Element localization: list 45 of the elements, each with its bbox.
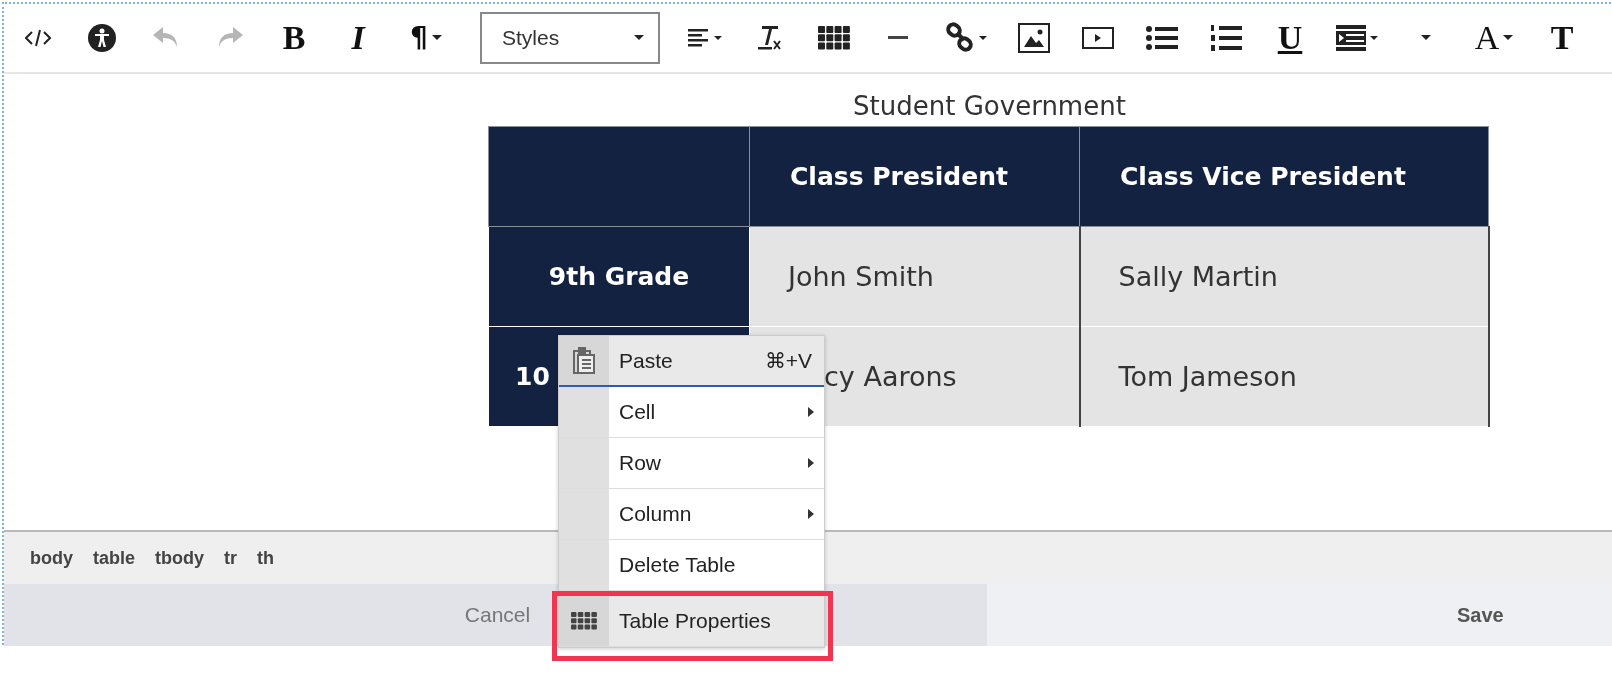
- align-icon: [688, 27, 724, 49]
- table-caption: Student Government: [852, 90, 1127, 123]
- italic-button[interactable]: I: [326, 12, 390, 64]
- underline-button[interactable]: U: [1258, 12, 1322, 64]
- menu-item[interactable]: Column: [559, 489, 824, 540]
- clipboard-icon: [572, 346, 596, 375]
- bullet-list-icon: [1146, 25, 1178, 51]
- element-path-item[interactable]: th: [257, 547, 274, 569]
- column-header: Class President: [749, 126, 1080, 227]
- table-icon: [571, 612, 597, 630]
- accessibility-icon: [87, 23, 117, 53]
- menu-item[interactable]: Paste ⌘+V: [559, 336, 824, 387]
- paragraph-button[interactable]: ¶: [390, 12, 462, 64]
- menu-item[interactable]: Delete Table: [559, 540, 824, 591]
- table-cell: Tom Jameson: [1079, 326, 1489, 427]
- row-header: 9th Grade: [488, 226, 750, 327]
- link-icon: [945, 22, 987, 54]
- menu-item[interactable]: Table Properties: [559, 596, 824, 647]
- indent-icon: [1336, 25, 1380, 51]
- menu-item[interactable]: Cell: [559, 387, 824, 438]
- table-cell: John Smith: [749, 226, 1080, 327]
- table-icon: [818, 26, 850, 50]
- menu-item[interactable]: Row: [559, 438, 824, 489]
- numbered-list-icon: [1210, 24, 1242, 52]
- shortcut-label: ⌘+V: [764, 348, 812, 373]
- caret-icon: [1503, 35, 1514, 41]
- element-path-item[interactable]: body: [30, 547, 73, 569]
- caret-icon: [1421, 35, 1431, 41]
- image-icon: [1018, 23, 1050, 53]
- clear-format-icon: [756, 24, 784, 52]
- element-path-item[interactable]: table: [93, 547, 135, 569]
- video-icon: [1082, 26, 1114, 50]
- horizontal-rule-icon: [888, 36, 908, 40]
- column-header: Class Vice President: [1079, 126, 1489, 227]
- bold-button[interactable]: B: [262, 12, 326, 64]
- table-cell: Sally Martin: [1079, 226, 1489, 327]
- caret-icon: [431, 35, 442, 41]
- save-button[interactable]: Save: [987, 584, 1612, 646]
- code-icon: [25, 28, 51, 48]
- element-path-item[interactable]: tr: [224, 547, 237, 569]
- element-path-item[interactable]: tbody: [155, 547, 204, 569]
- styles-dropdown[interactable]: Styles: [480, 12, 660, 64]
- caret-icon: [634, 35, 644, 41]
- font-size-button[interactable]: T: [1530, 12, 1594, 64]
- font-color-button[interactable]: A: [1458, 12, 1530, 64]
